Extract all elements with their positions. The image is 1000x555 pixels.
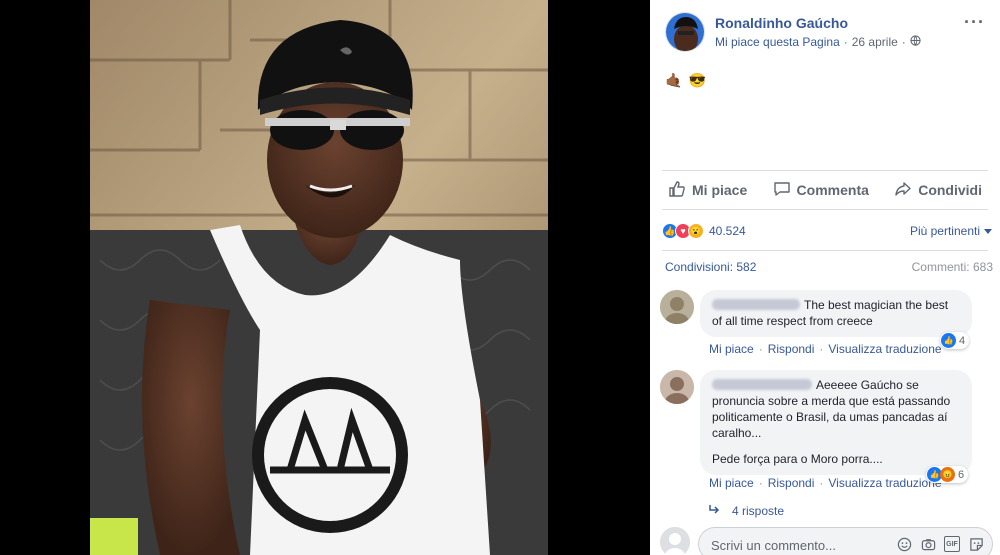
like-reaction-icon: 👍	[941, 333, 956, 348]
commenter-name-blurred[interactable]	[712, 379, 812, 390]
post-panel: Ronaldinho Gaúcho Mi piace questa Pagina…	[650, 0, 1000, 555]
photo-viewer: Ronaldinho Gaúcho Mi piace questa Pagina…	[0, 0, 1000, 555]
comment-composer: Scrivi un commento... GIF	[660, 524, 995, 555]
page-name[interactable]: Ronaldinho Gaúcho	[715, 15, 848, 31]
comment-input[interactable]: Scrivi un commento... GIF	[698, 527, 993, 555]
emoji-icon[interactable]	[896, 536, 912, 552]
meta-separator: ·	[901, 35, 906, 49]
comment-reaction-badge[interactable]: 👍 😠 6	[926, 466, 969, 483]
commenter-name-blurred[interactable]	[712, 299, 800, 310]
comment-label: Commenta	[796, 182, 869, 198]
comment-paragraph: Aeeeee Gaúcho se pronuncia sobre a merda…	[712, 377, 960, 441]
comment-reaction-count: 6	[958, 468, 965, 481]
comment-like-link[interactable]: Mi piace	[709, 476, 754, 490]
comment-reply-link[interactable]: Rispondi	[768, 342, 815, 356]
page-avatar[interactable]	[665, 12, 705, 52]
photo-area	[0, 0, 650, 555]
comment-button[interactable]: Commenta	[773, 180, 869, 201]
like-label: Mi piace	[692, 182, 748, 198]
comment-like-link[interactable]: Mi piace	[709, 342, 754, 356]
separator-dot: ·	[758, 476, 763, 490]
reactions-row: 👍 ♥ 😮 40.524 Più pertinenti	[662, 220, 992, 242]
engagement-counts: Condivisioni: 582 Commenti: 683	[665, 260, 993, 274]
comment-reply-link[interactable]: Rispondi	[768, 476, 815, 490]
comment-reaction-count: 4	[959, 334, 966, 347]
sort-label: Più pertinenti	[909, 224, 980, 238]
post-photo[interactable]	[90, 0, 548, 555]
gif-icon[interactable]: GIF	[944, 536, 960, 552]
comment-bubble: Aeeeee Gaúcho se pronuncia sobre a merda…	[700, 370, 972, 475]
separator-dot: ·	[758, 342, 763, 356]
like-page-link[interactable]: Mi piace questa Pagina	[715, 35, 840, 49]
translate-link[interactable]: Visualizza traduzione	[828, 476, 941, 490]
share-label: Condividi	[918, 182, 982, 198]
more-options-button[interactable]: ···	[964, 12, 985, 32]
translate-link[interactable]: Visualizza traduzione	[828, 342, 941, 356]
camera-icon[interactable]	[920, 536, 936, 552]
like-button[interactable]: Mi piace	[668, 180, 747, 201]
meta-separator: ·	[843, 35, 848, 49]
commenter-avatar[interactable]	[660, 370, 694, 404]
commenter-avatar[interactable]	[660, 290, 694, 324]
shares-count[interactable]: Condivisioni: 582	[665, 260, 756, 274]
comment-text-second: Pede força para o Moro porra....	[712, 452, 883, 466]
comment-sort-dropdown[interactable]: Più pertinenti	[910, 224, 992, 238]
separator-dot: ·	[819, 476, 824, 490]
angry-reaction-icon: 😠	[940, 467, 955, 482]
caret-down-icon	[984, 224, 992, 238]
comment-reaction-badge[interactable]: 👍 4	[940, 332, 970, 349]
share-arrow-icon	[894, 180, 912, 201]
comment-actions: Mi piace · Rispondi · Visualizza traduzi…	[709, 342, 942, 356]
divider	[662, 250, 988, 251]
comments-count[interactable]: Commenti: 683	[912, 260, 993, 274]
composer-icons: GIF	[896, 536, 984, 552]
post-text: 🤙🏾 😎	[665, 72, 706, 89]
thumbs-up-icon	[668, 180, 686, 201]
sunglasses-emoji: 😎	[688, 72, 706, 88]
sticker-icon[interactable]	[968, 536, 984, 552]
post-date[interactable]: 26 aprile	[852, 35, 898, 49]
comment-bubble: The best magician the best of all time r…	[700, 290, 972, 337]
user-avatar	[660, 527, 690, 555]
post-header: Ronaldinho Gaúcho Mi piace questa Pagina…	[665, 12, 995, 56]
post-actions: Mi piace Commenta Condividi	[662, 170, 988, 210]
share-button[interactable]: Condividi	[894, 180, 982, 201]
globe-icon	[910, 35, 921, 49]
comment-actions: Mi piace · Rispondi · Visualizza traduzi…	[709, 476, 942, 490]
replies-label: 4 risposte	[732, 504, 785, 518]
wow-reaction-icon: 😮	[688, 223, 704, 239]
reaction-icons[interactable]: 👍 ♥ 😮	[662, 223, 704, 239]
reply-arrow-icon	[708, 504, 720, 518]
speech-bubble-icon	[773, 180, 791, 201]
comment-placeholder: Scrivi un commento...	[711, 538, 836, 553]
separator-dot: ·	[819, 342, 824, 356]
view-replies-link[interactable]: 4 risposte	[708, 504, 784, 518]
call-me-hand-emoji: 🤙🏾	[665, 72, 683, 88]
reaction-count[interactable]: 40.524	[709, 224, 746, 238]
post-meta: Mi piace questa Pagina · 26 aprile ·	[715, 35, 921, 49]
